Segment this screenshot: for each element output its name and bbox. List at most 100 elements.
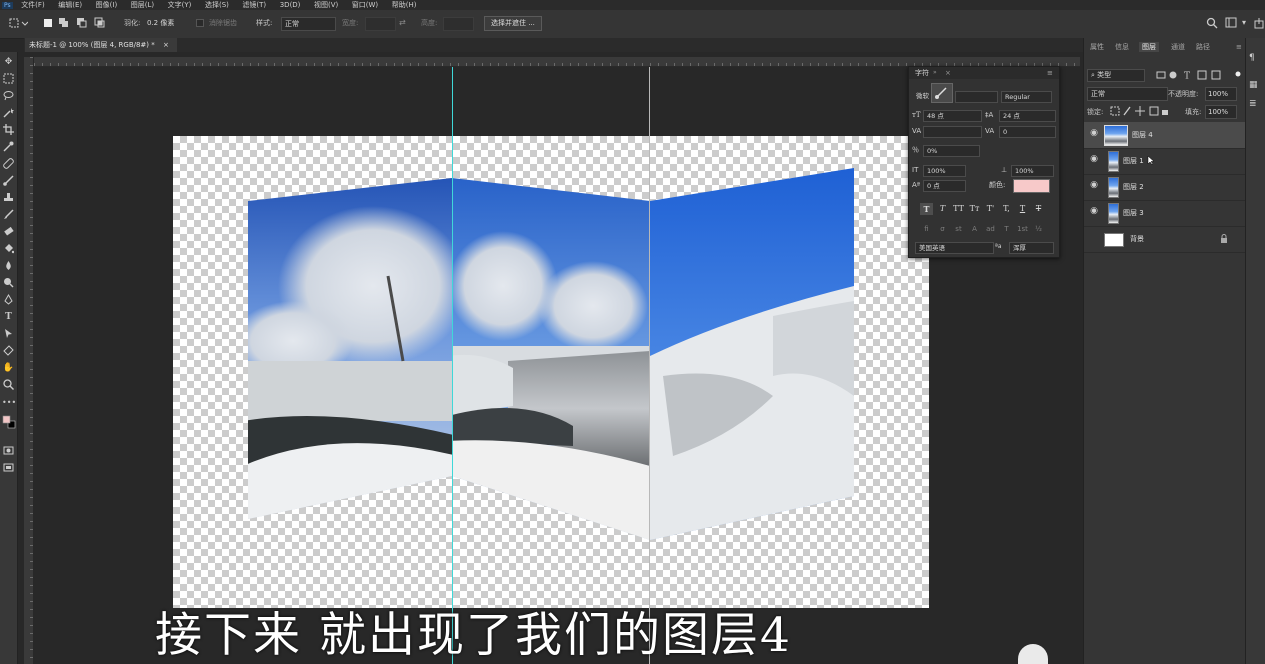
clone-stamp-tool-icon[interactable]	[2, 192, 15, 205]
font-size-input[interactable]: 48 点	[923, 110, 982, 122]
horizontal-scale-input[interactable]: 100%	[1011, 165, 1054, 177]
panel-menu-icon[interactable]: ≡	[1236, 42, 1242, 52]
layer-filter-select[interactable]: ⌕ 类型	[1087, 69, 1145, 82]
select-and-mask-button[interactable]: 选择并遮住 ...	[484, 16, 542, 31]
leading-input[interactable]: 24 点	[999, 110, 1056, 122]
move-tool-icon[interactable]: ✥	[2, 56, 15, 69]
layer-name[interactable]: 图层 3	[1123, 200, 1144, 226]
layer-visibility-eye-icon[interactable]: ◉	[1088, 128, 1100, 140]
tsume-select[interactable]: 0%	[923, 145, 980, 157]
fill-input[interactable]: 100%	[1205, 105, 1237, 119]
width-input[interactable]	[365, 17, 396, 31]
layer-name[interactable]: 图层 2	[1123, 174, 1144, 200]
opacity-input[interactable]: 100%	[1205, 87, 1237, 101]
layer-visibility-eye-icon[interactable]: ◉	[1088, 206, 1100, 218]
antialias-select[interactable]: 浑厚	[1009, 242, 1054, 254]
layer-row-background[interactable]: ◉ 背景	[1084, 226, 1246, 253]
magic-wand-tool-icon[interactable]	[2, 107, 15, 120]
blend-mode-select[interactable]: 正常	[1087, 87, 1168, 101]
titling-alternates-button[interactable]: T	[1000, 223, 1013, 235]
paragraph-icon[interactable]: ¶	[1249, 53, 1255, 63]
eyedropper-tool-icon[interactable]	[2, 141, 15, 154]
panel-menu-icon[interactable]: ≡	[1047, 68, 1053, 78]
search-icon[interactable]	[1206, 17, 1218, 29]
font-style-select[interactable]: Regular	[1001, 91, 1052, 103]
underline-button[interactable]: T	[1016, 203, 1029, 215]
alternates-button[interactable]: σ	[936, 223, 949, 235]
rectangular-marquee-tool-icon[interactable]	[2, 73, 15, 86]
menu-help[interactable]: 帮助(H)	[392, 1, 417, 10]
add-selection-icon[interactable]	[58, 17, 70, 29]
crop-tool-icon[interactable]	[2, 124, 15, 137]
superscript-button[interactable]: T'	[984, 203, 997, 215]
tab-info[interactable]: 信息	[1115, 42, 1129, 52]
menu-view[interactable]: 视图(V)	[314, 1, 338, 10]
intersect-selection-icon[interactable]	[94, 17, 106, 29]
menu-3d[interactable]: 3D(D)	[280, 1, 301, 10]
tab-channels[interactable]: 通道	[1171, 42, 1185, 52]
menu-type[interactable]: 文字(Y)	[168, 1, 192, 10]
share-icon[interactable]	[1254, 17, 1264, 29]
close-tab-icon[interactable]: ×	[163, 41, 169, 49]
strikethrough-button[interactable]: T	[1032, 203, 1045, 215]
menu-layer[interactable]: 图层(L)	[131, 1, 154, 10]
layer-name[interactable]: 图层 1	[1123, 148, 1144, 174]
screen-mode-icon[interactable]	[2, 462, 15, 475]
height-input[interactable]	[443, 17, 474, 31]
tab-paths[interactable]: 路径	[1196, 42, 1210, 52]
document-canvas[interactable]	[173, 136, 929, 608]
quick-mask-icon[interactable]	[2, 445, 15, 458]
panel-collapse-icon[interactable]: »	[933, 68, 937, 78]
vertical-scale-input[interactable]: 100%	[923, 165, 966, 177]
swash-button[interactable]: A	[968, 223, 981, 235]
layer-name[interactable]: 背景	[1130, 226, 1144, 252]
layer-visibility-eye-icon[interactable]: ◉	[1088, 232, 1100, 244]
stylistic-alternates-button[interactable]: ad	[984, 223, 997, 235]
baseline-shift-input[interactable]: 0 点	[923, 180, 966, 192]
pen-tool-icon[interactable]	[2, 294, 15, 307]
ordinals-button[interactable]: 1st	[1016, 223, 1029, 235]
discretionary-ligatures-button[interactable]: st	[952, 223, 965, 235]
path-selection-tool-icon[interactable]	[2, 328, 15, 341]
layer-row-3[interactable]: ◉ 图层 3	[1084, 200, 1246, 227]
font-family-select[interactable]: 微软	[913, 91, 930, 101]
tracking-select[interactable]: 0	[999, 126, 1056, 138]
type-tool-icon[interactable]: T	[2, 311, 15, 324]
kerning-select[interactable]	[923, 126, 982, 138]
guide-line-gray[interactable]	[649, 67, 650, 664]
brush-preset-button[interactable]	[931, 83, 953, 103]
workspace-icon[interactable]	[1225, 17, 1237, 29]
paint-bucket-tool-icon[interactable]	[2, 243, 15, 256]
brush-tool-icon[interactable]	[2, 175, 15, 188]
rectangle-tool-icon[interactable]	[2, 345, 15, 358]
language-select[interactable]: 美国英语	[915, 242, 994, 254]
menu-file[interactable]: 文件(F)	[21, 1, 45, 10]
feather-input[interactable]: 0.2 像素	[144, 17, 191, 29]
fractions-button[interactable]: ½	[1032, 223, 1045, 235]
dodge-tool-icon[interactable]	[2, 277, 15, 290]
layer-visibility-eye-icon[interactable]: ◉	[1088, 154, 1100, 166]
zoom-tool-icon[interactable]	[2, 379, 15, 392]
menu-select[interactable]: 选择(S)	[205, 1, 229, 10]
menu-image[interactable]: 图像(I)	[96, 1, 118, 10]
layer-name[interactable]: 图层 4	[1132, 122, 1153, 148]
menu-edit[interactable]: 编辑(E)	[58, 1, 82, 10]
marquee-tool-preset-icon[interactable]	[8, 17, 29, 29]
panel-close-icon[interactable]: ×	[945, 68, 951, 78]
grid-panel-icon[interactable]: ▦	[1249, 80, 1258, 90]
new-selection-icon[interactable]	[42, 17, 54, 29]
layer-row-2[interactable]: ◉ 图层 2	[1084, 174, 1246, 201]
document-tab[interactable]: 未标题-1 @ 100% (图层 4, RGB/8#) * ×	[25, 38, 177, 52]
tab-layers[interactable]: 图层	[1139, 42, 1159, 52]
workspace-dropdown-icon[interactable]: ▾	[1242, 17, 1250, 29]
menu-window[interactable]: 窗口(W)	[352, 1, 378, 10]
all-caps-button[interactable]: TT	[952, 203, 965, 215]
eraser-tool-icon[interactable]	[2, 226, 15, 239]
layer-row-4[interactable]: ◉ 图层 4	[1084, 122, 1246, 149]
antialias-checkbox[interactable]	[196, 17, 206, 29]
layer-row-1[interactable]: ◉ 图层 1	[1084, 148, 1246, 175]
hand-tool-icon[interactable]: ✋	[2, 362, 15, 375]
subscript-button[interactable]: T,	[1000, 203, 1013, 215]
history-brush-tool-icon[interactable]	[2, 209, 15, 222]
text-color-swatch[interactable]	[1013, 179, 1050, 193]
